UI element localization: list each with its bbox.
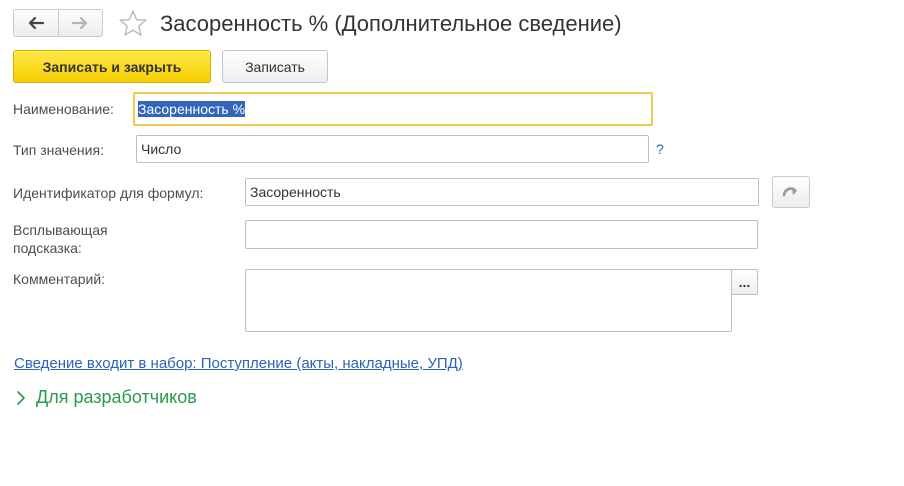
- identifier-label: Идентификатор для формул:: [13, 185, 204, 201]
- type-help-link[interactable]: ?: [656, 141, 664, 157]
- curved-arrow-icon: [782, 187, 797, 197]
- save-button[interactable]: Записать: [222, 50, 328, 83]
- comment-textarea[interactable]: [245, 269, 732, 332]
- identifier-input[interactable]: Засоренность: [245, 178, 759, 206]
- name-input-value: Засоренность %: [138, 101, 246, 117]
- arrow-right-icon: [72, 16, 88, 30]
- page-title: Засоренность % (Дополнительное сведение): [160, 11, 622, 36]
- forward-button[interactable]: [57, 10, 103, 36]
- identifier-input-value: Засоренность: [250, 184, 341, 200]
- generate-identifier-button[interactable]: [772, 176, 810, 208]
- tooltip-label-line2: подсказка:: [13, 240, 82, 256]
- name-input[interactable]: Засоренность %: [133, 92, 653, 126]
- back-button[interactable]: [14, 10, 58, 36]
- comment-label: Комментарий:: [13, 271, 106, 287]
- developers-group-toggle[interactable]: Для разработчиков: [16, 387, 197, 408]
- name-label: Наименование:: [13, 101, 114, 117]
- favorite-button[interactable]: [118, 9, 148, 37]
- type-label: Тип значения:: [13, 142, 104, 158]
- navigation-buttons: [13, 9, 103, 37]
- star-outline-icon: [119, 10, 147, 36]
- save-and-close-button[interactable]: Записать и закрыть: [13, 50, 211, 83]
- developers-group-label: Для разработчиков: [36, 387, 197, 407]
- comment-edit-button[interactable]: ...: [731, 269, 758, 295]
- tooltip-input[interactable]: [245, 220, 758, 249]
- set-membership-link[interactable]: Сведение входит в набор: Поступление (ак…: [14, 355, 463, 372]
- type-field[interactable]: Число: [136, 135, 649, 163]
- chevron-right-icon: [17, 390, 25, 405]
- tooltip-label-line1: Всплывающая: [13, 222, 108, 238]
- arrow-left-icon: [28, 16, 44, 30]
- type-field-value: Число: [141, 141, 182, 157]
